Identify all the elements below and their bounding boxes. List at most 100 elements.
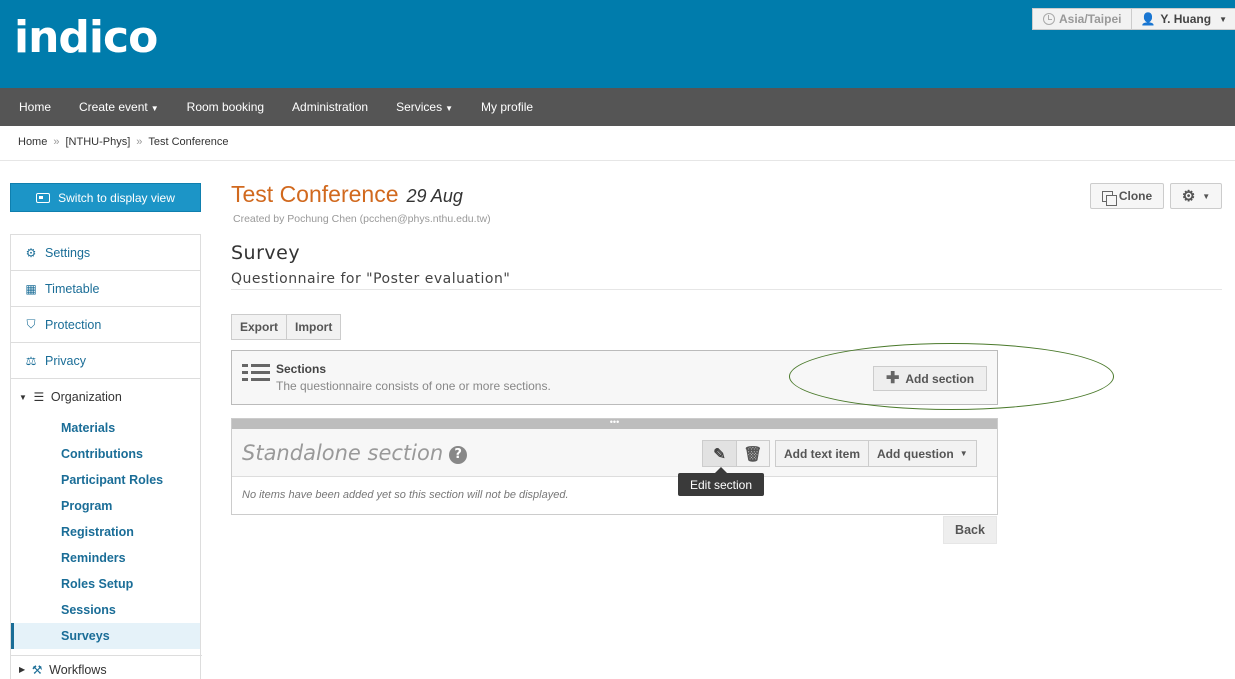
scales-icon: ⚖ (25, 353, 37, 368)
trash-icon: 🗑 (743, 445, 763, 463)
sidebar-group-workflows[interactable]: ▶ ⚒ Workflows (11, 655, 202, 679)
sidebar-item-participant-roles[interactable]: Participant Roles (11, 467, 200, 493)
sections-label: Sections (276, 362, 327, 376)
triangle-down-icon: ▼ (19, 392, 27, 402)
section-title: Standalone section? (242, 441, 468, 465)
add-question-label: Add question (877, 446, 954, 461)
edit-section-tooltip: Edit section (678, 467, 764, 496)
triangle-right-icon: ▶ (19, 665, 26, 674)
event-date: 29 Aug (406, 186, 463, 206)
clone-button[interactable]: Clone (1090, 183, 1164, 209)
sidebar-item-roles-setup[interactable]: Roles Setup (11, 571, 200, 597)
breadcrumb-category[interactable]: [NTHU-Phys] (65, 136, 130, 148)
section-add-tools: Add text item Add question ▼ (775, 440, 977, 467)
sidebar-item-protection[interactable]: ⛉ Protection (11, 307, 200, 343)
nav-create-event-label: Create event (79, 100, 148, 114)
sidebar-group-organization[interactable]: ▼ ☰ Organization (11, 379, 200, 415)
import-button[interactable]: Import (286, 315, 340, 339)
delete-section-button[interactable]: 🗑 (736, 441, 769, 466)
sidebar-item-label: Protection (45, 317, 102, 332)
export-import-group: Export Import (231, 314, 342, 340)
indico-logo[interactable]: indico (14, 12, 158, 63)
help-icon[interactable]: ? (449, 446, 468, 464)
switch-display-view-button[interactable]: Switch to display view (10, 183, 201, 212)
clock-icon (1042, 13, 1055, 25)
switch-display-view-label: Switch to display view (58, 190, 175, 205)
sidebar-item-privacy[interactable]: ⚖ Privacy (11, 343, 200, 379)
sidebar-item-materials[interactable]: Materials (11, 415, 200, 441)
shield-icon: ⛉ (26, 317, 36, 331)
hammer-icon: ⚒ (31, 662, 43, 677)
breadcrumb-home[interactable]: Home (18, 136, 47, 148)
sidebar-item-reminders[interactable]: Reminders (11, 545, 200, 571)
chevron-down-icon: ▼ (445, 104, 454, 113)
nav-administration[interactable]: Administration (281, 100, 379, 114)
breadcrumb: Home » [NTHU-Phys] » Test Conference (18, 136, 228, 148)
edit-section-button[interactable]: ✎ (703, 441, 736, 466)
app-header: indico Asia/Taipei 👤 Y. Huang ▼ (0, 0, 1235, 88)
chevron-down-icon: ▼ (959, 449, 968, 458)
nav-home[interactable]: Home (8, 100, 62, 114)
add-text-item-button[interactable]: Add text item (776, 441, 868, 466)
nav-room-booking[interactable]: Room booking (176, 100, 275, 114)
clone-label: Clone (1118, 189, 1153, 203)
breadcrumb-separator: » (53, 136, 60, 148)
timezone-selector[interactable]: Asia/Taipei (1033, 9, 1133, 29)
sidebar-item-label: Settings (45, 245, 91, 260)
event-title-row: Test Conference 29 Aug (231, 181, 463, 208)
sidebar-item-sessions[interactable]: Sessions (11, 597, 200, 623)
gear-icon: ⚙ (1181, 188, 1196, 205)
user-menu[interactable]: 👤 Y. Huang ▼ (1132, 9, 1235, 29)
page-title: Survey (231, 242, 301, 264)
chevron-down-icon: ▼ (150, 104, 159, 113)
nav-room-booking-label: Room booking (186, 100, 265, 114)
nav-services[interactable]: Services ▼ (385, 100, 464, 114)
sidebar-item-registration[interactable]: Registration (11, 519, 200, 545)
breadcrumb-event[interactable]: Test Conference (148, 136, 228, 148)
user-icon: 👤 (1140, 12, 1156, 26)
calendar-icon: ▦ (25, 281, 37, 296)
nav-home-label: Home (19, 100, 52, 114)
section-edit-tools: ✎ 🗑 (702, 440, 770, 467)
main-nav: Home Create event ▼ Room booking Administ… (0, 88, 1235, 126)
display-icon (36, 192, 51, 203)
empty-section-message: No items have been added yet so this sec… (242, 489, 569, 501)
nav-my-profile-label: My profile (481, 100, 534, 114)
breadcrumb-separator: » (136, 136, 143, 148)
nav-services-label: Services (396, 100, 443, 114)
sidebar-item-timetable[interactable]: ▦ Timetable (11, 271, 200, 307)
chevron-down-icon: ▼ (1202, 191, 1211, 201)
export-button[interactable]: Export (232, 315, 286, 339)
gear-icon: ⚙ (25, 245, 37, 260)
user-area: Asia/Taipei 👤 Y. Huang ▼ (1031, 8, 1235, 30)
chevron-down-icon: ▼ (1219, 14, 1227, 24)
copy-icon (1101, 190, 1117, 206)
event-title[interactable]: Test Conference (231, 181, 398, 208)
pencil-icon: ✎ (713, 445, 726, 463)
section-title-text: Standalone section (242, 441, 444, 465)
event-creator: Created by Pochung Chen (pcchen@phys.nth… (233, 213, 491, 225)
page-subtitle: Questionnaire for "Poster evaluation" (231, 271, 511, 287)
divider (0, 160, 1235, 161)
list-icon (242, 364, 270, 382)
event-settings-menu-button[interactable]: ⚙ ▼ (1170, 183, 1222, 209)
sidebar-group-label: Organization (50, 390, 122, 404)
sidebar-item-program[interactable]: Program (11, 493, 200, 519)
drag-handle[interactable]: ••• (232, 418, 997, 429)
sidebar-item-label: Timetable (45, 281, 100, 296)
sidebar-item-label: Privacy (45, 353, 86, 368)
sidebar-item-contributions[interactable]: Contributions (11, 441, 200, 467)
nav-my-profile[interactable]: My profile (470, 100, 544, 114)
nav-create-event[interactable]: Create event ▼ (68, 100, 170, 114)
section-header: Standalone section? ✎ 🗑 Add text item Ad… (232, 429, 997, 477)
sidebar-item-settings[interactable]: ⚙ Settings (11, 235, 200, 271)
standalone-section: ••• Standalone section? ✎ 🗑 Add text ite… (231, 418, 998, 515)
highlight-annotation (789, 343, 1114, 410)
list-icon: ☰ (33, 390, 45, 404)
add-question-button[interactable]: Add question ▼ (868, 441, 976, 466)
user-name: Y. Huang (1160, 12, 1212, 26)
sidebar-item-surveys[interactable]: Surveys (11, 623, 200, 649)
sidebar-group-label: Workflows (49, 662, 107, 677)
back-button[interactable]: Back (943, 516, 997, 544)
timezone-label: Asia/Taipei (1058, 12, 1122, 26)
